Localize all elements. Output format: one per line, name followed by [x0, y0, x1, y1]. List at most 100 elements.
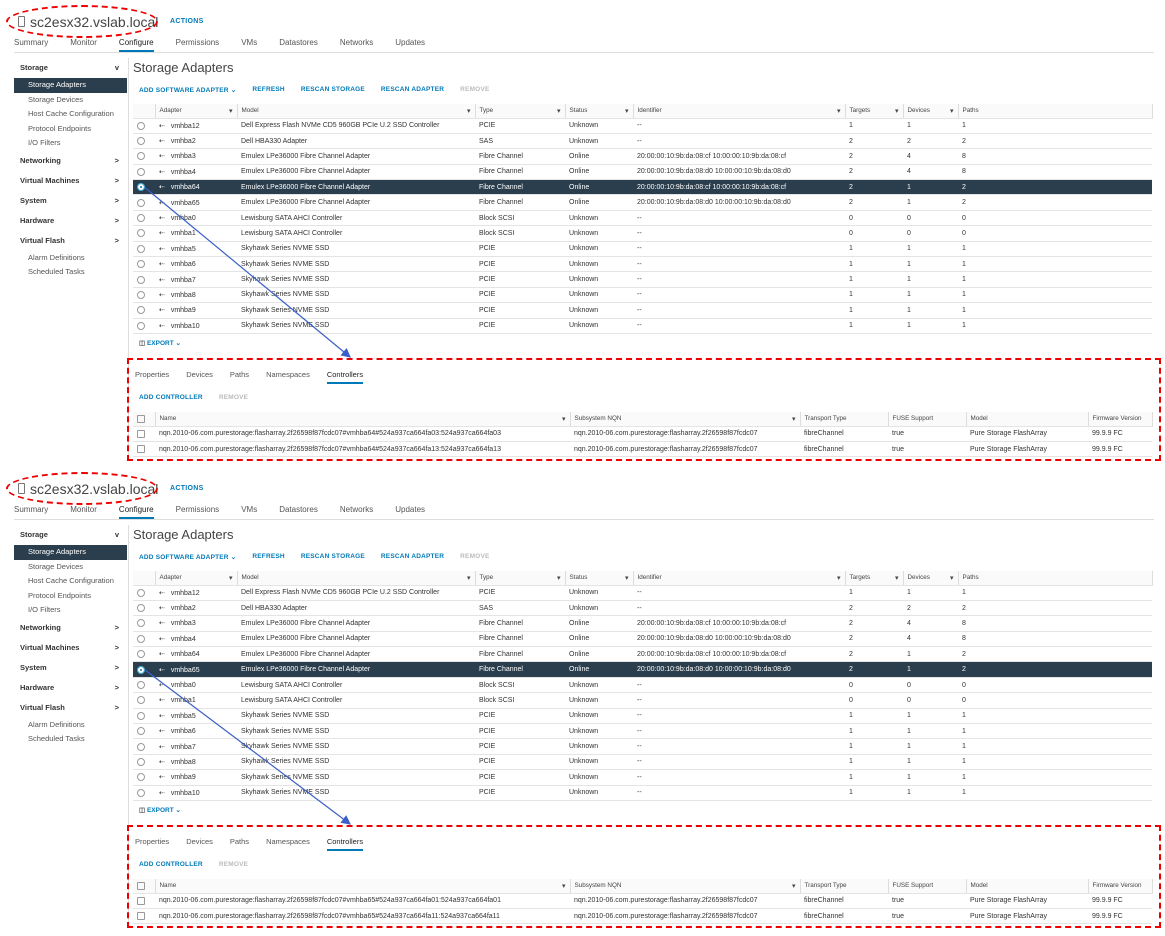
sidebar-item-virtual-machines[interactable]: Virtual Machines > [14, 638, 127, 658]
radio-button[interactable] [137, 588, 145, 597]
row-select[interactable] [133, 256, 155, 273]
radio-button[interactable] [137, 650, 145, 659]
radio-button[interactable] [137, 183, 145, 192]
sidebar-item-system[interactable]: System > [14, 658, 127, 678]
rescan-button[interactable]: RESCAN STORAGE [301, 553, 365, 561]
row-select[interactable] [133, 287, 155, 304]
radio-button[interactable] [137, 275, 145, 284]
remove-button[interactable]: REMOVE [460, 553, 489, 561]
filter-icon[interactable]: ▾ [895, 107, 899, 115]
sidebar-item-i-o-filters[interactable]: I/O Filters [14, 603, 127, 618]
table-row[interactable]: ⇠ vmhba64 Emulex LPe36000 Fibre Channel A… [133, 179, 1152, 196]
sidebar-item-virtual-machines[interactable]: Virtual Machines > [14, 171, 127, 191]
column-toggle-icon[interactable]: ◫ [139, 807, 147, 814]
export-button[interactable]: ◫ EXPORT ⌄ [139, 339, 181, 347]
sidebar-item-storage-adapters[interactable]: Storage Adapters [14, 78, 127, 93]
sidebar-item-virtual-flash[interactable]: Virtual Flash > [14, 231, 127, 251]
filter-icon[interactable]: ▾ [950, 107, 954, 115]
column-targets[interactable]: Targets ▾ [845, 571, 904, 586]
radio-button[interactable] [137, 244, 145, 253]
table-row[interactable]: ⇠ vmhba5 Skyhawk Series NVME SSD PCIE Unkno… [133, 708, 1152, 725]
row-select[interactable] [133, 738, 155, 755]
table-row[interactable]: ⇠ vmhba7 Skyhawk Series NVME SSD PCIE Unkno… [133, 738, 1152, 755]
row-select[interactable] [133, 661, 155, 678]
tab-networks[interactable]: Networks [340, 505, 373, 519]
tab-permissions[interactable]: Permissions [176, 505, 220, 519]
tab-updates[interactable]: Updates [395, 505, 425, 519]
rescan-button[interactable]: RESCAN ADAPTER [381, 553, 444, 561]
row-select[interactable] [133, 210, 155, 227]
table-row[interactable]: ⇠ vmhba8 Skyhawk Series NVME SSD PCIE Unkno… [133, 754, 1152, 771]
refresh-button[interactable]: REFRESH [252, 553, 284, 561]
filter-icon[interactable]: ▾ [950, 574, 954, 582]
tab-datastores[interactable]: Datastores [279, 505, 318, 519]
tab-summary[interactable]: Summary [14, 505, 48, 519]
remove-button[interactable]: REMOVE [460, 86, 489, 94]
column-identifier[interactable]: Identifier ▾ [633, 571, 846, 586]
radio-button[interactable] [137, 167, 145, 176]
column-devices[interactable]: Devices ▾ [903, 104, 959, 119]
sidebar-item-system[interactable]: System > [14, 191, 127, 211]
add-button[interactable]: ADD SOFTWARE ADAPTER ⌄ [139, 553, 236, 561]
column-model[interactable]: Model ▾ [237, 104, 476, 119]
tab-updates[interactable]: Updates [395, 38, 425, 52]
table-row[interactable]: ⇠ vmhba1 Lewisburg SATA AHCI Controller Bl… [133, 225, 1152, 242]
tab-vms[interactable]: VMs [241, 505, 257, 519]
filter-icon[interactable]: ▾ [229, 574, 233, 582]
table-row[interactable]: ⇠ vmhba10 Skyhawk Series NVME SSD PCIE Unkn… [133, 318, 1152, 334]
column-paths[interactable]: Paths [958, 571, 1153, 586]
radio-button[interactable] [137, 696, 145, 705]
row-select[interactable] [133, 225, 155, 242]
table-row[interactable]: ⇠ vmhba9 Skyhawk Series NVME SSD PCIE Unkno… [133, 302, 1152, 319]
radio-button[interactable] [137, 229, 145, 238]
row-select[interactable] [133, 615, 155, 632]
table-row[interactable]: ⇠ vmhba0 Lewisburg SATA AHCI Controller Bl… [133, 677, 1152, 694]
table-row[interactable]: ⇠ vmhba9 Skyhawk Series NVME SSD PCIE Unkno… [133, 769, 1152, 786]
radio-button[interactable] [137, 711, 145, 720]
filter-icon[interactable]: ▾ [625, 107, 629, 115]
radio-button[interactable] [137, 321, 145, 330]
tab-datastores[interactable]: Datastores [279, 38, 318, 52]
row-select[interactable] [133, 600, 155, 617]
filter-icon[interactable]: ▾ [229, 107, 233, 115]
radio-button[interactable] [137, 788, 145, 797]
radio-button[interactable] [137, 681, 145, 690]
radio-button[interactable] [137, 727, 145, 736]
row-select[interactable] [133, 318, 155, 334]
row-select[interactable] [133, 148, 155, 165]
actions-menu[interactable]: ACTIONS [170, 18, 204, 25]
filter-icon[interactable]: ▾ [557, 574, 561, 582]
sidebar-item-storage[interactable]: Storage v [14, 525, 127, 545]
tab-vms[interactable]: VMs [241, 38, 257, 52]
column-paths[interactable]: Paths [958, 104, 1153, 119]
export-button[interactable]: ◫ EXPORT ⌄ [139, 806, 181, 814]
row-select[interactable] [133, 164, 155, 181]
sidebar-item-storage[interactable]: Storage v [14, 58, 127, 78]
filter-icon[interactable]: ▾ [625, 574, 629, 582]
sidebar-item-hardware[interactable]: Hardware > [14, 678, 127, 698]
radio-button[interactable] [137, 214, 145, 223]
table-row[interactable]: ⇠ vmhba2 Dell HBA330 Adapter SAS Unknown -- 2… [133, 133, 1152, 150]
radio-button[interactable] [137, 773, 145, 782]
radio-button[interactable] [137, 634, 145, 643]
sidebar-item-storage-devices[interactable]: Storage Devices [14, 560, 127, 575]
row-select[interactable] [133, 692, 155, 709]
row-select[interactable] [133, 631, 155, 648]
radio-button[interactable] [137, 290, 145, 299]
tab-configure[interactable]: Configure [118, 505, 154, 519]
row-select[interactable] [133, 271, 155, 288]
table-row[interactable]: ⇠ vmhba3 Emulex LPe36000 Fibre Channel Ad… [133, 615, 1152, 632]
tab-summary[interactable]: Summary [14, 38, 48, 52]
tab-permissions[interactable]: Permissions [176, 38, 220, 52]
table-row[interactable]: ⇠ vmhba4 Emulex LPe36000 Fibre Channel Ad… [133, 164, 1152, 181]
rescan-button[interactable]: RESCAN ADAPTER [381, 86, 444, 94]
row-select[interactable] [133, 118, 155, 134]
sidebar-item-scheduled-tasks[interactable]: Scheduled Tasks [14, 732, 127, 747]
table-row[interactable]: ⇠ vmhba4 Emulex LPe36000 Fibre Channel Ad… [133, 631, 1152, 648]
filter-icon[interactable]: ▾ [467, 574, 471, 582]
sidebar-item-host-cache-configuration[interactable]: Host Cache Configuration [14, 107, 127, 122]
sidebar-item-networking[interactable]: Networking > [14, 151, 127, 171]
refresh-button[interactable]: REFRESH [252, 86, 284, 94]
filter-icon[interactable]: ▾ [837, 107, 841, 115]
radio-button[interactable] [137, 306, 145, 315]
